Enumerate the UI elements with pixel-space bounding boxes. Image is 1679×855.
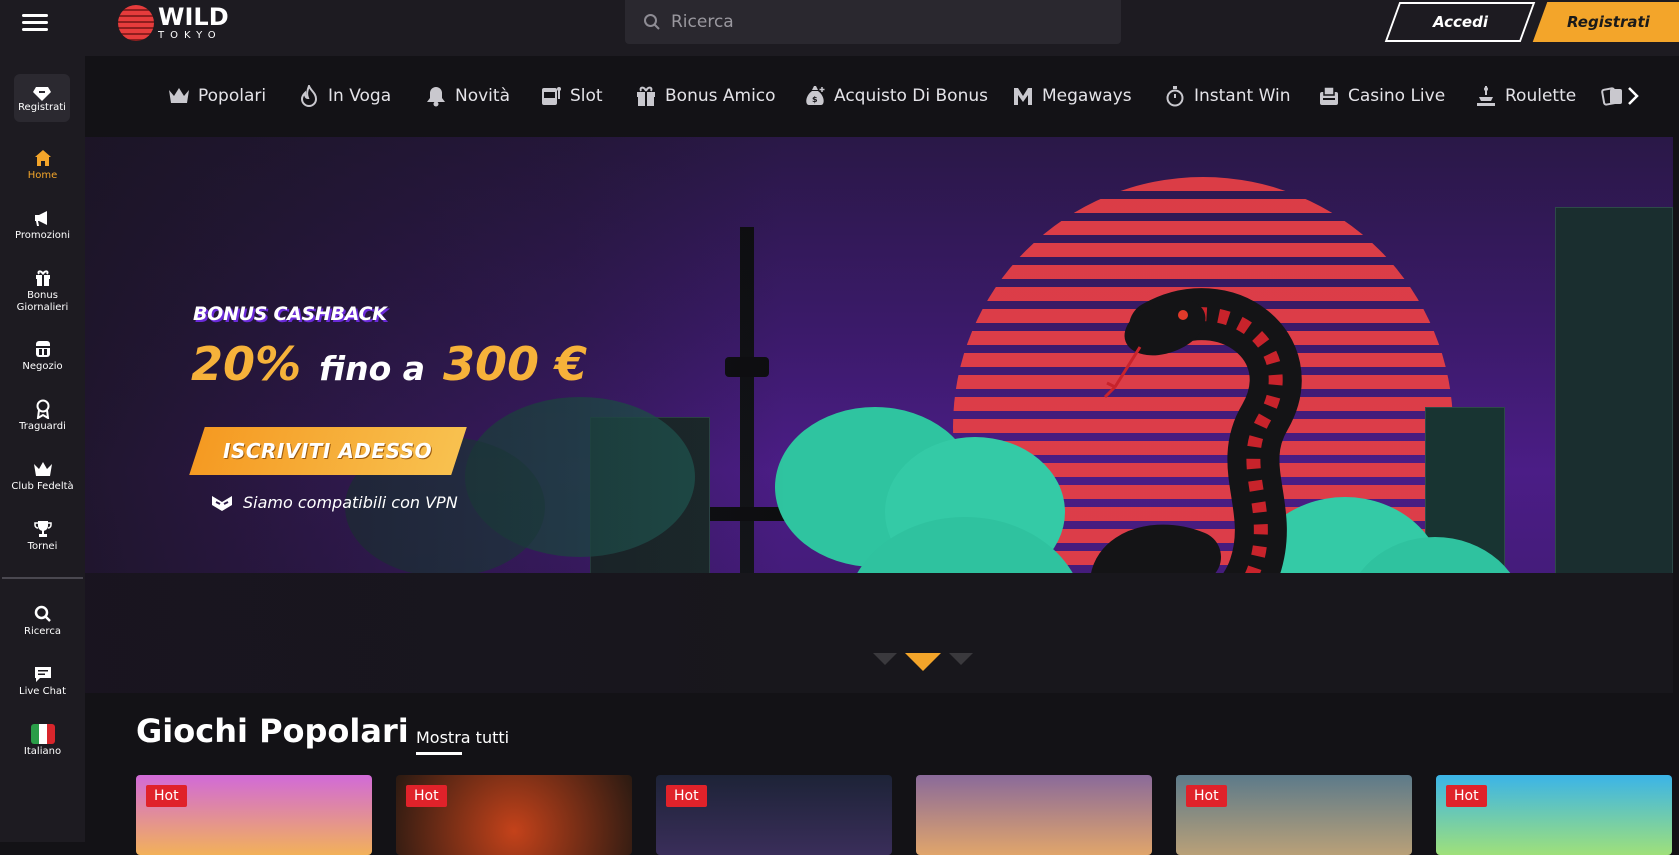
sidebar-divider (2, 577, 83, 579)
menu-icon[interactable] (22, 14, 48, 34)
game-card[interactable]: Hot (1436, 775, 1672, 855)
register-icon (33, 86, 51, 101)
crown-icon (33, 459, 53, 479)
logo[interactable]: WILD TOKYO (118, 3, 229, 43)
sidebar-item-home[interactable]: Home (0, 148, 85, 182)
register-button[interactable]: Registrati (1532, 2, 1679, 42)
hero-carousel-dots (868, 653, 978, 693)
game-card[interactable]: Hot (136, 775, 372, 855)
chat-icon (33, 664, 53, 684)
search-input[interactable] (671, 12, 1091, 32)
carousel-dot-active[interactable] (905, 653, 941, 671)
shop-icon (33, 339, 53, 359)
logo-sun-icon (118, 5, 154, 41)
money-bag-icon: $ (804, 85, 826, 107)
live-casino-icon (1318, 85, 1340, 107)
chevron-right-icon[interactable] (1622, 85, 1644, 107)
game-card[interactable]: Hot (396, 775, 632, 855)
category-acquisto-di-bonus[interactable]: $ Acquisto Di Bonus (804, 84, 988, 108)
slot-machine-icon (540, 85, 562, 107)
category-in-voga[interactable]: In Voga (298, 84, 391, 108)
sidebar-item-live-chat[interactable]: Live Chat (0, 664, 85, 698)
top-header: WILD TOKYO Accedi Registrati (0, 0, 1679, 56)
category-bar: Popolari In Voga Novità Slot Bonus Amico… (85, 56, 1679, 136)
category-popolari[interactable]: Popolari (168, 84, 266, 108)
hero-amount: 300 € (443, 337, 588, 391)
section-title: Giochi Popolari (136, 712, 409, 750)
bell-icon (425, 85, 447, 107)
category-slot[interactable]: Slot (540, 84, 603, 108)
hero-percent: 20% (191, 337, 302, 391)
game-card[interactable]: Hot (1176, 775, 1412, 855)
category-instant-win[interactable]: Instant Win (1164, 84, 1291, 108)
search-icon (644, 14, 660, 30)
header-search[interactable] (625, 0, 1121, 44)
hero-offer: 20% fino a 300 € (191, 337, 587, 391)
flame-icon (298, 85, 320, 107)
hero-vpn-note: Siamo compatibili con VPN (211, 493, 458, 512)
hero-label: BONUS CASHBACK (193, 303, 387, 325)
category-bonus-amico[interactable]: Bonus Amico (635, 84, 776, 108)
category-roulette[interactable]: Roulette (1475, 84, 1576, 108)
sidebar-item-bonus-giornalieri[interactable]: Bonus Giornalieri (0, 268, 85, 314)
hero-connector: fino a (319, 349, 426, 388)
hero-banner[interactable]: BONUS CASHBACK 20% fino a 300 € ISCRIVIT… (85, 137, 1673, 693)
login-button[interactable]: Accedi (1384, 2, 1536, 42)
hot-badge: Hot (666, 785, 707, 807)
sidebar-register-button[interactable]: Registrati (14, 74, 70, 122)
sidebar-item-promozioni[interactable]: Promozioni (0, 208, 85, 242)
home-icon (33, 148, 53, 168)
show-all-link[interactable]: Mostra tutti (416, 728, 509, 747)
stopwatch-icon (1164, 85, 1186, 107)
category-casino-live[interactable]: Casino Live (1318, 84, 1445, 108)
trophy-icon (33, 519, 53, 539)
crown-icon (168, 85, 190, 107)
vpn-mask-icon (212, 495, 232, 511)
category-megaways[interactable]: Megaways (1012, 84, 1132, 108)
sidebar: Registrati Home Promozioni Bonus Giornal… (0, 56, 85, 842)
medal-icon (33, 399, 53, 419)
category-novita[interactable]: Novità (425, 84, 510, 108)
search-icon (33, 604, 53, 624)
sidebar-item-italiano[interactable]: Italiano (0, 724, 85, 758)
cards-icon (1601, 85, 1623, 107)
sidebar-item-club-fedelta[interactable]: Club Fedeltà (0, 459, 85, 493)
sidebar-item-negozio[interactable]: Negozio (0, 339, 85, 373)
sidebar-item-traguardi[interactable]: Traguardi (0, 399, 85, 433)
hot-badge: Hot (1446, 785, 1487, 807)
sidebar-item-ricerca[interactable]: Ricerca (0, 604, 85, 638)
game-card[interactable] (916, 775, 1152, 855)
carousel-dot[interactable] (873, 653, 897, 665)
game-card[interactable]: Hot (656, 775, 892, 855)
roulette-icon (1475, 85, 1497, 107)
logo-main-text: WILD (158, 3, 229, 31)
megaphone-icon (33, 208, 53, 228)
hot-badge: Hot (406, 785, 447, 807)
gift-icon (635, 85, 657, 107)
gift-icon (33, 268, 53, 288)
show-all-underline (416, 752, 462, 755)
carousel-dot[interactable] (949, 653, 973, 665)
svg-text:$: $ (812, 95, 818, 104)
italy-flag-icon (30, 724, 55, 744)
sidebar-item-tornei[interactable]: Tornei (0, 519, 85, 553)
megaways-icon (1012, 85, 1034, 107)
logo-sub-text: TOKYO (158, 30, 222, 41)
hot-badge: Hot (1186, 785, 1227, 807)
hot-badge: Hot (146, 785, 187, 807)
hero-signup-button[interactable]: ISCRIVITI ADESSO (189, 427, 467, 475)
